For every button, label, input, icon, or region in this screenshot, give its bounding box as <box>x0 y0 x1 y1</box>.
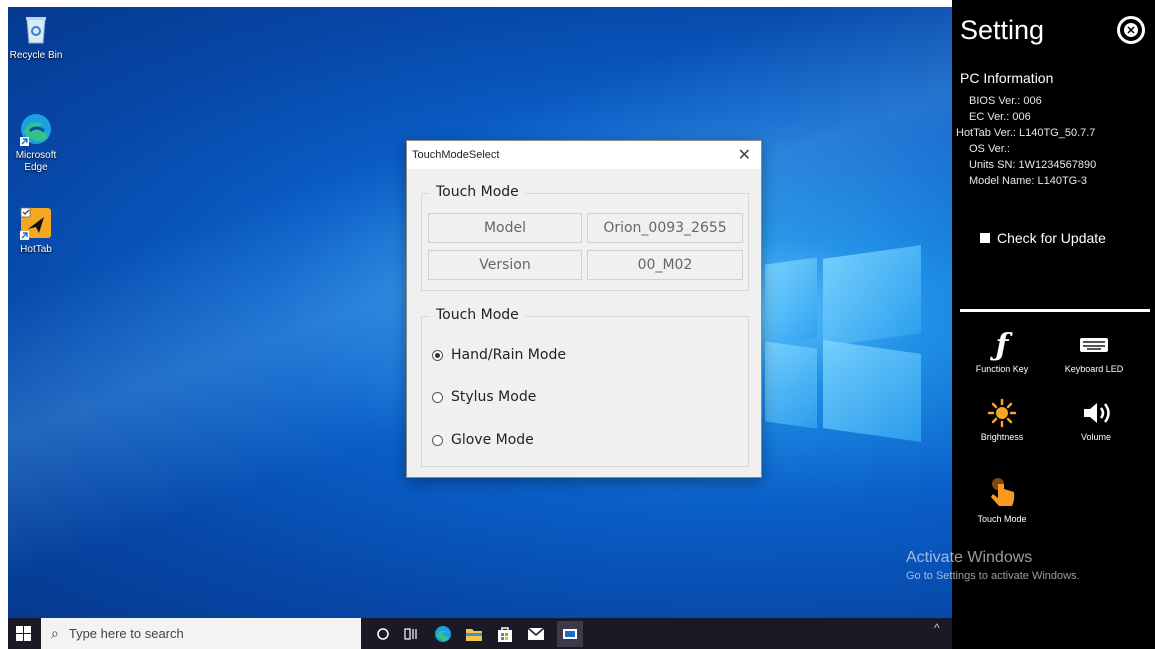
model-label: Model <box>428 213 582 243</box>
panel-divider <box>960 309 1150 312</box>
desktop-icon-recycle-bin[interactable]: Recycle Bin <box>8 11 68 62</box>
radio-hand-rain-mode[interactable]: Hand/Rain Mode <box>432 347 566 363</box>
touch-mode-group: Touch Mode Hand/Rain Mode Stylus Mode Gl… <box>421 307 749 467</box>
function-key-button[interactable]: ƒ Function Key <box>970 327 1034 375</box>
taskbar-search-box[interactable]: ⌕ Type here to search <box>41 618 361 649</box>
model-value: Orion_0093_2655 <box>587 213 743 243</box>
panel-title: Setting <box>960 15 1045 45</box>
volume-label: Volume <box>1080 432 1112 442</box>
hottab-icon <box>18 205 54 241</box>
search-icon: ⌕ <box>51 625 59 641</box>
keyboard-icon <box>1056 330 1132 360</box>
brightness-label: Brightness <box>980 432 1024 442</box>
touch-info-group: Touch Mode Model Orion_0093_2655 Version… <box>421 184 749 291</box>
info-group-title: Touch Mode <box>430 184 525 200</box>
desktop-icon-edge[interactable]: Microsoft Edge <box>8 111 68 174</box>
stylus-mode-label: Stylus Mode <box>451 389 537 405</box>
touch-hand-icon <box>970 474 1034 510</box>
check-update-label: Check for Update <box>997 230 1106 246</box>
touch-mode-label: Touch Mode <box>977 514 1027 524</box>
chevron-up-icon[interactable]: ^ <box>934 621 940 635</box>
mail-icon[interactable] <box>526 624 546 644</box>
edge-icon <box>18 111 54 147</box>
hottab-taskbar-icon[interactable] <box>557 621 583 647</box>
taskbar: ⌕ Type here to search <box>8 618 952 649</box>
recycle-bin-icon <box>18 11 54 47</box>
task-view-icon[interactable] <box>402 624 422 644</box>
radio-stylus-mode[interactable]: Stylus Mode <box>432 389 536 405</box>
volume-icon <box>1064 398 1128 428</box>
dialog-title-bar[interactable]: TouchModeSelect ✕ <box>407 141 761 169</box>
version-label: Version <box>428 250 582 280</box>
edge-taskbar-icon[interactable] <box>433 624 453 644</box>
os-version: OS Ver.: <box>969 143 1010 155</box>
cortana-icon[interactable] <box>373 624 393 644</box>
touch-mode-select-dialog: TouchModeSelect ✕ Touch Mode Model Orion… <box>406 140 762 478</box>
function-key-label: Function Key <box>975 364 1029 374</box>
ec-version: EC Ver.: 006 <box>969 111 1031 123</box>
glove-mode-label: Glove Mode <box>451 432 534 448</box>
search-placeholder: Type here to search <box>68 626 184 641</box>
volume-button[interactable]: Volume <box>1064 398 1128 442</box>
bios-version: BIOS Ver.: 006 <box>969 95 1042 107</box>
radio-button[interactable] <box>432 391 443 403</box>
hottab-label: HotTab <box>20 244 52 255</box>
hand-rain-mode-label: Hand/Rain Mode <box>451 347 566 363</box>
radio-glove-mode[interactable]: Glove Mode <box>432 432 534 448</box>
activate-windows-subtitle: Go to Settings to activate Windows. <box>906 570 1080 582</box>
pc-info-list: BIOS Ver.: 006 EC Ver.: 006 HotTab Ver.:… <box>956 93 1097 189</box>
mode-group-title: Touch Mode <box>430 307 525 323</box>
keyboard-led-button[interactable]: Keyboard LED <box>1056 330 1132 374</box>
version-value: 00_M02 <box>587 250 743 280</box>
radio-button[interactable] <box>432 434 443 446</box>
close-icon[interactable]: ✕ <box>1117 16 1145 44</box>
activate-windows-watermark: Activate Windows Go to Settings to activ… <box>906 549 1080 582</box>
brightness-button[interactable]: Brightness <box>970 398 1034 442</box>
windows-start-icon[interactable] <box>16 626 31 641</box>
edge-label: Microsoft Edge <box>15 150 57 173</box>
activate-windows-title: Activate Windows <box>906 549 1033 566</box>
keyboard-led-label: Keyboard LED <box>1064 364 1124 374</box>
hottab-version: HotTab Ver.: L140TG_50.7.7 <box>956 127 1096 139</box>
file-explorer-icon[interactable] <box>464 624 484 644</box>
square-bullet-icon <box>980 233 990 243</box>
pc-info-title: PC Information <box>960 70 1054 86</box>
units-sn: Units SN: 1W1234567890 <box>969 159 1097 171</box>
model-name: Model Name: L140TG-3 <box>969 175 1087 187</box>
check-for-update-button[interactable]: Check for Update <box>980 230 1106 246</box>
touch-mode-button[interactable]: Touch Mode <box>970 474 1034 524</box>
function-key-icon: ƒ <box>995 327 1009 363</box>
recycle-bin-label: Recycle Bin <box>9 50 63 61</box>
store-icon[interactable] <box>495 624 515 644</box>
brightness-icon <box>970 398 1034 428</box>
close-icon[interactable]: ✕ <box>738 145 751 165</box>
dialog-title: TouchModeSelect <box>412 149 500 161</box>
radio-button-selected[interactable] <box>432 349 443 361</box>
desktop-icon-hottab[interactable]: HotTab <box>8 205 68 256</box>
